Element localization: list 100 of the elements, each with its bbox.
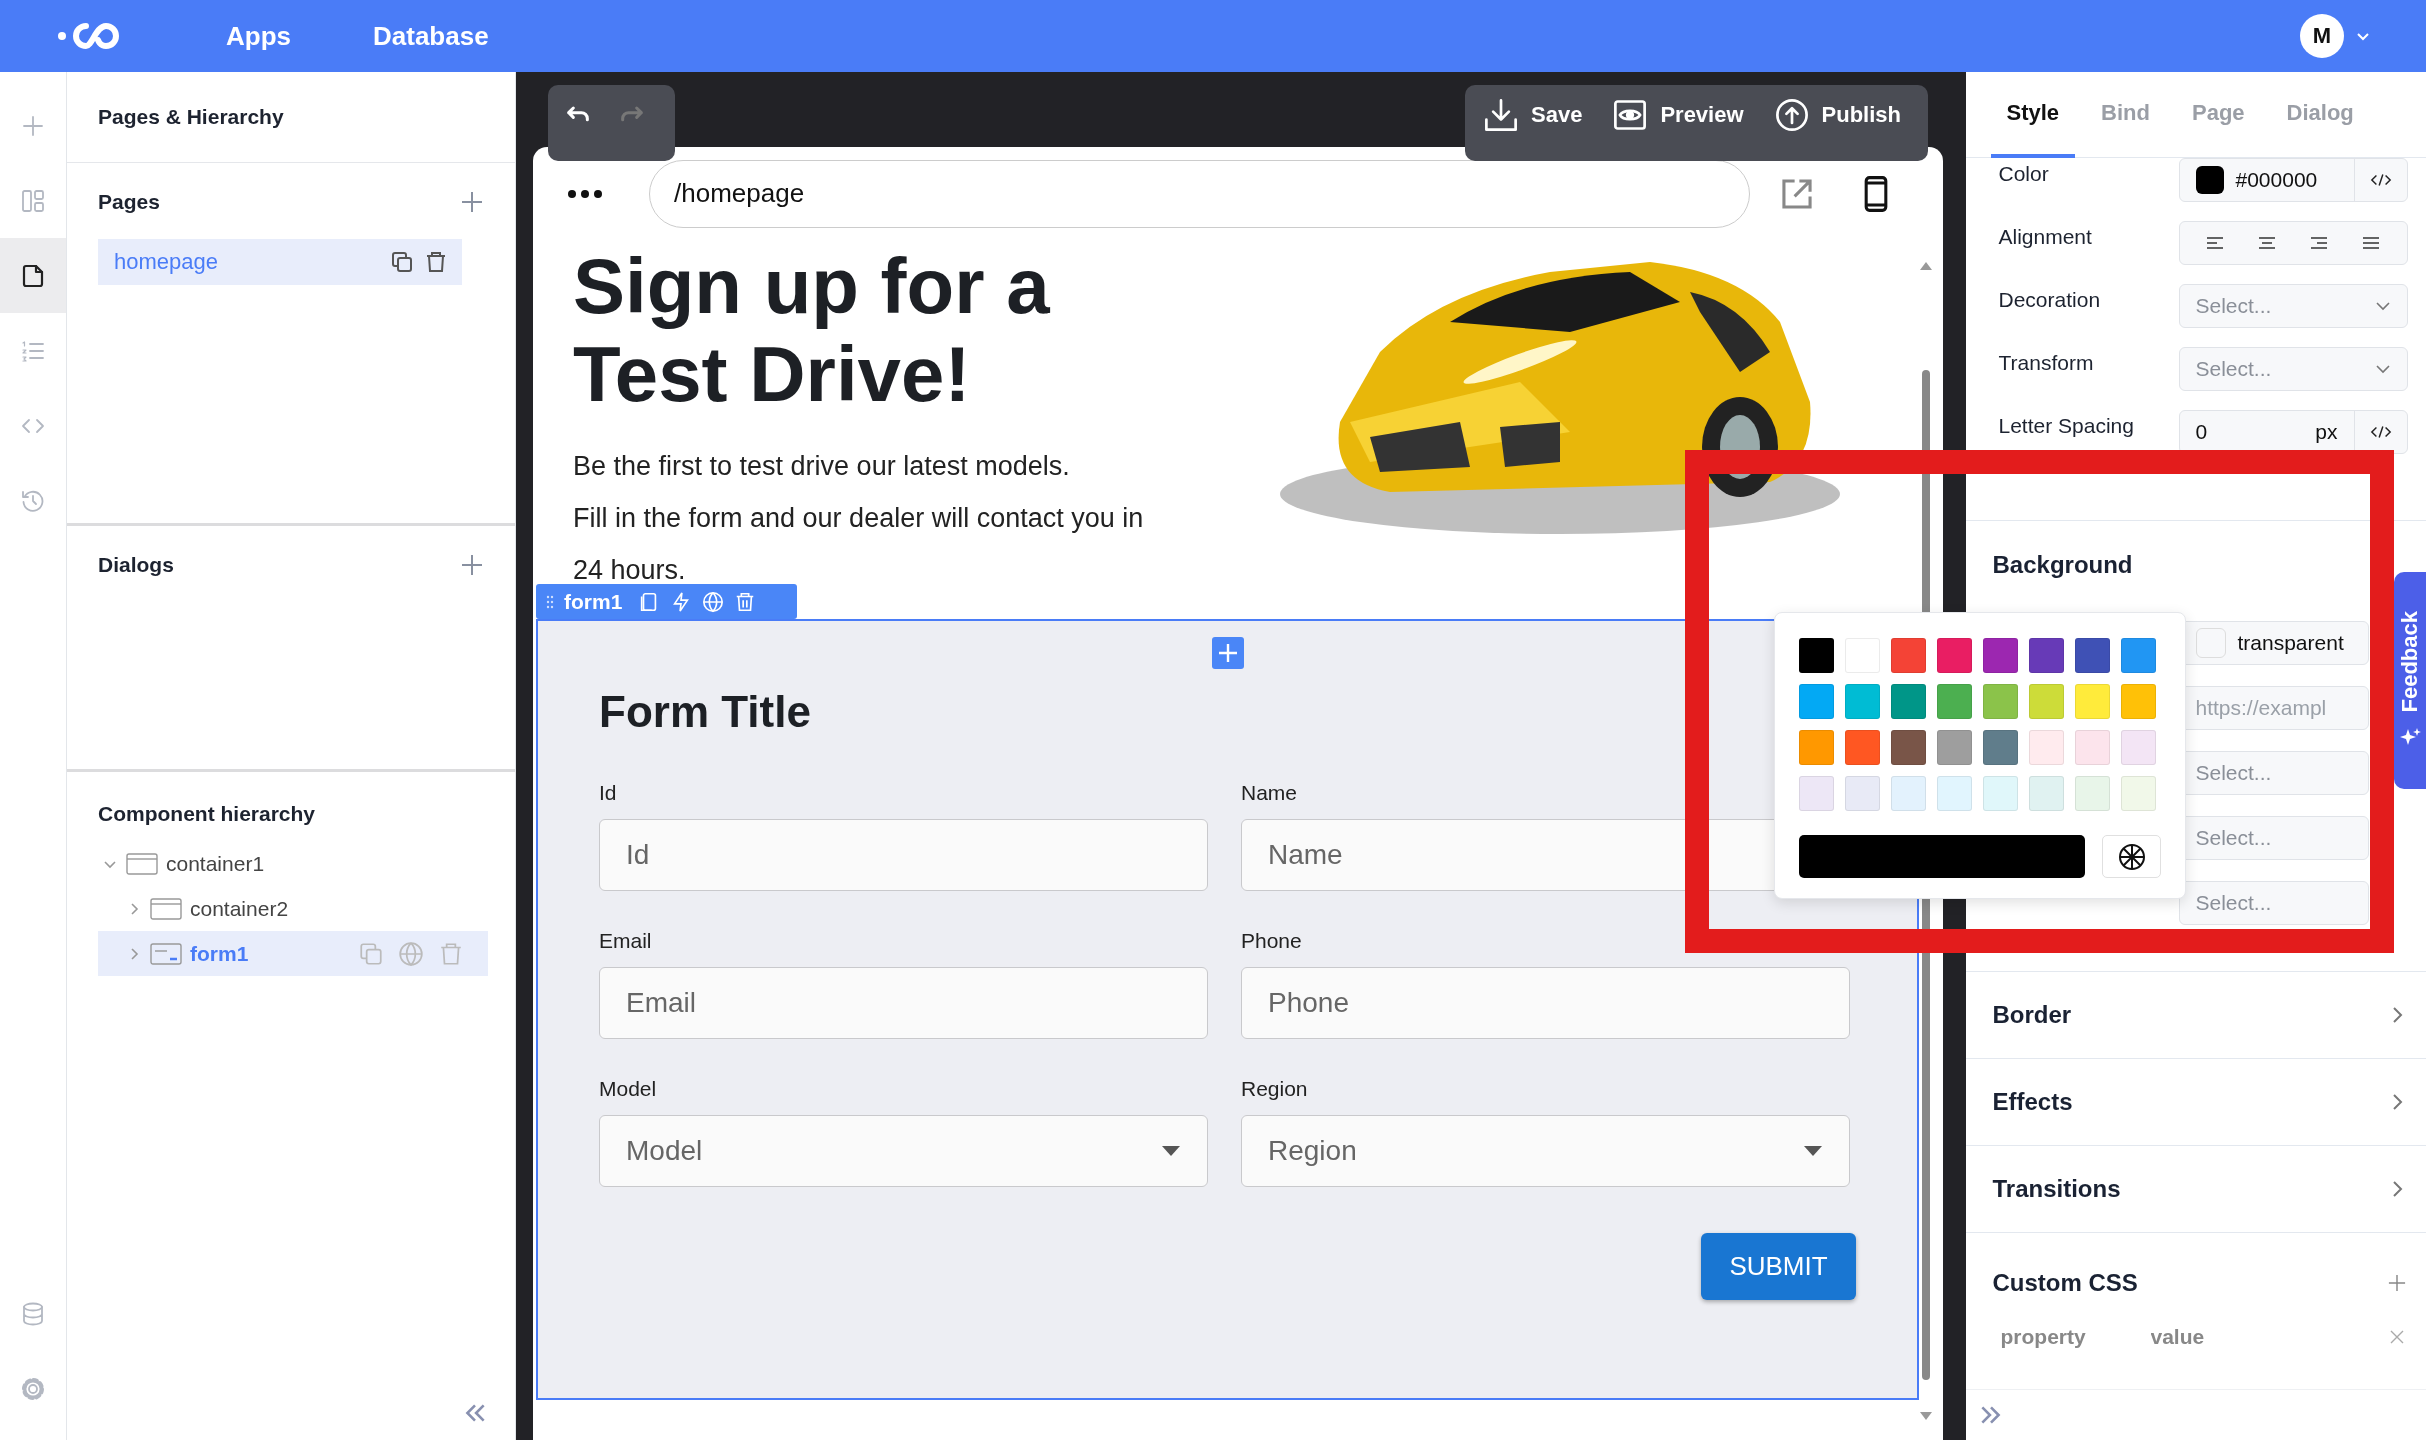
page-icon[interactable] <box>0 238 66 313</box>
add-icon[interactable] <box>460 553 484 577</box>
add-icon[interactable] <box>1211 637 1244 669</box>
field-label: Id <box>599 781 617 805</box>
collapsible-section[interactable]: Transitions <box>1965 1145 2426 1232</box>
color-swatch[interactable] <box>1891 684 1926 719</box>
color-swatch[interactable] <box>1937 730 1972 765</box>
chevron-icon <box>2392 1093 2404 1111</box>
color-swatch[interactable] <box>1983 776 2018 811</box>
color-swatch[interactable] <box>2075 730 2110 765</box>
field-label: Phone <box>1241 929 1302 953</box>
field-label: Name <box>1241 781 1298 805</box>
color-swatch[interactable] <box>1891 638 1926 673</box>
page-item[interactable]: homepage <box>98 239 462 285</box>
color-swatch[interactable] <box>2029 684 2064 719</box>
color-swatch[interactable] <box>1937 638 1972 673</box>
input-field[interactable]: Email <box>599 967 1208 1039</box>
color-swatch[interactable] <box>2121 638 2156 673</box>
submit-button[interactable]: SUBMIT <box>1701 1233 1856 1300</box>
phone-icon[interactable] <box>1864 173 1888 214</box>
feedback-label: Feedback <box>2397 610 2423 713</box>
color-swatch[interactable] <box>1799 684 1834 719</box>
page-name: homepage <box>114 249 219 275</box>
color-swatch[interactable] <box>1937 776 1972 811</box>
tree-label: container2 <box>190 896 289 921</box>
select-field[interactable]: Region <box>1241 1115 1850 1187</box>
color-swatch[interactable] <box>1845 684 1880 719</box>
user-avatar[interactable]: M <box>2300 14 2344 58</box>
tree-item[interactable]: container2 <box>98 886 488 931</box>
number-field[interactable]: 0 px <box>2178 410 2408 454</box>
color-swatch <box>2195 628 2226 658</box>
color-field[interactable]: #000000 <box>2178 158 2408 202</box>
select-field[interactable]: Select... <box>2178 347 2408 391</box>
color-swatch[interactable] <box>2121 730 2156 765</box>
value-field[interactable]: value <box>2150 1325 2301 1349</box>
more-icon[interactable] <box>567 188 603 199</box>
color-swatch[interactable] <box>1937 684 1972 719</box>
color-swatch[interactable] <box>2075 684 2110 719</box>
chevron-icon <box>2374 301 2391 311</box>
feedback-tab[interactable]: Feedback <box>2394 572 2426 789</box>
copy-icon[interactable] <box>390 250 414 274</box>
form-icon <box>150 941 182 966</box>
color-swatch[interactable] <box>1799 776 1834 811</box>
section-heading: Custom CSS <box>1992 1269 2138 1297</box>
hero-heading: Test Drive! <box>573 330 971 418</box>
download-icon <box>1483 97 1519 133</box>
select-field[interactable]: Select... <box>2178 881 2369 925</box>
tree-item[interactable]: container1 <box>98 841 488 886</box>
save-button[interactable]: Save <box>1483 97 1583 133</box>
color-swatch[interactable] <box>1983 638 2018 673</box>
color-swatch[interactable] <box>1845 776 1880 811</box>
property-label: Color <box>1998 161 2050 186</box>
add-icon[interactable] <box>2388 1274 2406 1292</box>
color-swatch[interactable] <box>1891 730 1926 765</box>
add-icon[interactable] <box>460 190 484 214</box>
color-swatch[interactable] <box>2121 684 2156 719</box>
select-field[interactable]: Select... <box>2178 284 2408 328</box>
section-heading: Pages <box>98 190 160 214</box>
collapsible-section[interactable]: Border <box>1965 971 2426 1058</box>
align-icon[interactable] <box>2257 235 2278 251</box>
property-label: Decoration <box>1998 287 2102 312</box>
chevron-icon <box>2392 1180 2404 1198</box>
tree-item[interactable]: form1 <box>98 931 488 976</box>
section-heading: Component hierarchy <box>98 802 316 826</box>
select-field[interactable]: Model <box>599 1115 1208 1187</box>
preview-button[interactable]: Preview <box>1612 97 1744 133</box>
align-icon[interactable] <box>2308 235 2329 251</box>
drag-handle-icon[interactable] <box>546 594 554 609</box>
code-icon[interactable] <box>2369 172 2392 188</box>
color-swatch[interactable] <box>1891 776 1926 811</box>
chevron-icon <box>2374 364 2391 374</box>
publish-button[interactable]: Publish <box>1773 97 1901 133</box>
window-icon <box>126 851 158 876</box>
collapsible-section[interactable]: Effects <box>1965 1058 2426 1145</box>
color-swatch[interactable] <box>1799 638 1834 673</box>
color-swatch[interactable] <box>2121 776 2156 811</box>
color-swatch[interactable] <box>1845 730 1880 765</box>
color-swatch[interactable] <box>2029 776 2064 811</box>
input-field[interactable]: Id <box>599 819 1208 891</box>
caret-icon <box>1803 1145 1823 1157</box>
panel-tab[interactable]: Style <box>1990 71 2076 158</box>
align-icon[interactable] <box>2360 235 2381 251</box>
align-icon[interactable] <box>2205 235 2226 251</box>
code-icon[interactable] <box>2369 424 2392 440</box>
globe-icon[interactable] <box>398 940 424 967</box>
color-swatch[interactable] <box>2075 638 2110 673</box>
color-swatch[interactable] <box>2029 730 2064 765</box>
input-field[interactable]: Phone <box>1241 967 1850 1039</box>
color-swatch[interactable] <box>1983 730 2018 765</box>
color-wheel-button[interactable] <box>2102 835 2161 878</box>
color-swatch[interactable] <box>1799 730 1834 765</box>
trash-icon[interactable] <box>424 250 448 274</box>
close-icon[interactable] <box>2390 1330 2404 1344</box>
nav-link[interactable]: Apps <box>226 20 291 52</box>
color-swatch[interactable] <box>2075 776 2110 811</box>
color-swatch[interactable] <box>2029 638 2064 673</box>
nav-link[interactable]: Database <box>373 20 489 52</box>
url-field[interactable]: /homepage <box>649 159 1750 228</box>
color-swatch[interactable] <box>1983 684 2018 719</box>
property-field[interactable]: property <box>2000 1325 2151 1349</box>
